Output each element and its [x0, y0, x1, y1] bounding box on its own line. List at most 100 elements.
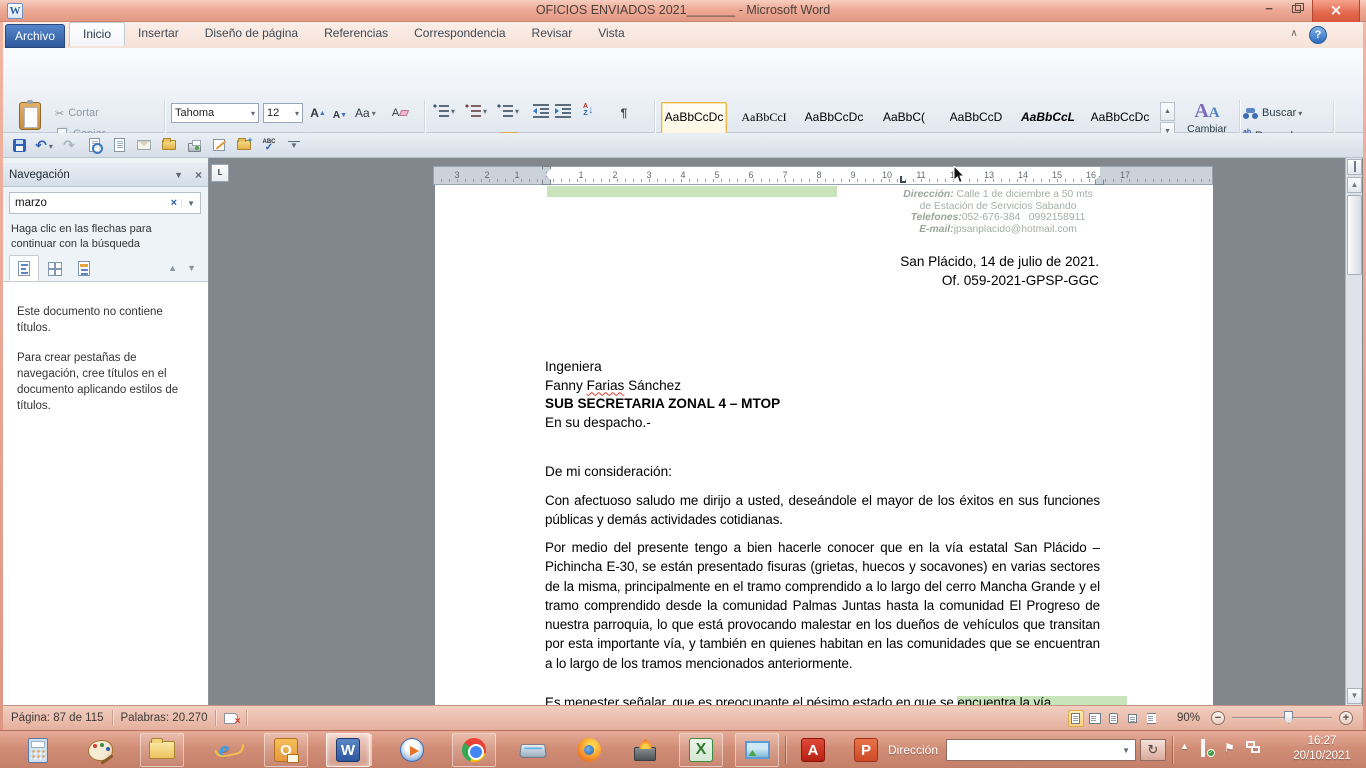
qat-overflow-icon[interactable]: ▼ [286, 137, 302, 153]
minimize-button[interactable] [1256, 0, 1282, 20]
zoom-slider-thumb[interactable] [1284, 711, 1293, 724]
numbering-button[interactable] [465, 104, 487, 118]
highlighted-text-region[interactable] [547, 186, 837, 197]
new-document-icon[interactable] [111, 137, 127, 153]
salutation[interactable]: De mi consideración: [545, 464, 672, 479]
search-options-icon[interactable]: ▼ [181, 199, 200, 208]
address-toolbar[interactable]: ▼ [946, 739, 1136, 761]
multilevel-list-button[interactable] [497, 104, 519, 118]
taskbar-firefox[interactable] [567, 733, 611, 767]
show-hidden-icons-button[interactable] [1180, 741, 1189, 751]
next-result-icon[interactable]: ▼ [187, 263, 196, 273]
taskbar-explorer[interactable] [140, 733, 184, 767]
change-case-button[interactable]: Aa [355, 103, 376, 123]
open-icon[interactable] [161, 137, 177, 153]
taskbar-internet-explorer[interactable]: e [202, 733, 246, 767]
taskbar-clock[interactable]: 16:27 20/10/2021 [1282, 734, 1362, 764]
taskbar-paint[interactable] [78, 733, 122, 767]
taskbar-excel[interactable]: X [679, 733, 723, 767]
ruler-toggle-button[interactable] [1347, 159, 1362, 175]
letterhead[interactable]: Dirección: Calle 1 de diciembre a 50 mts… [883, 189, 1113, 235]
scrollbar-thumb[interactable] [1347, 195, 1362, 275]
navigation-pane-header[interactable]: Navegación ▼ × [3, 163, 208, 187]
left-tab-stop-marker[interactable] [900, 176, 906, 183]
usb-tray-icon[interactable]: ✓ [1200, 741, 1212, 755]
cut-button[interactable]: ✂Cortar [55, 103, 99, 123]
taskbar-outlook[interactable]: O [264, 733, 308, 767]
document-page[interactable]: Dirección: Calle 1 de diciembre a 50 mts… [435, 185, 1213, 705]
zoom-out-button[interactable]: − [1211, 711, 1225, 725]
taskbar-autocad[interactable]: A [791, 733, 835, 767]
save-icon[interactable] [11, 137, 27, 153]
recipient-block[interactable]: Ingeniera Fanny Farias Sánchez SUB SECRE… [545, 358, 780, 432]
increase-indent-button[interactable] [555, 104, 571, 118]
taskbar-media-player[interactable] [390, 733, 434, 767]
find-button[interactable]: Buscar [1243, 103, 1302, 123]
action-center-flag-icon[interactable] [1224, 741, 1235, 755]
sort-button[interactable]: AZ↓ [583, 103, 594, 117]
taskbar-word[interactable]: W [326, 733, 370, 767]
tab-diseno[interactable]: Diseño de página [192, 22, 311, 46]
chevron-down-icon[interactable]: ▼ [1117, 746, 1135, 755]
undo-icon[interactable]: ↶ [36, 137, 52, 153]
paragraph[interactable]: Con afectuoso saludo me dirijo a usted, … [545, 491, 1100, 530]
close-button[interactable] [1312, 0, 1360, 24]
outline-view-button[interactable] [1125, 710, 1141, 727]
proofing-error-icon[interactable] [224, 713, 238, 724]
tab-revisar[interactable]: Revisar [519, 22, 586, 46]
search-input[interactable] [10, 197, 167, 209]
paragraph[interactable]: Por medio del presente tengo a bien hace… [545, 538, 1100, 673]
address-go-button[interactable] [1140, 739, 1166, 761]
word-count[interactable]: Palabras: 20.270 [121, 712, 208, 724]
font-size-select[interactable]: 12 [263, 103, 303, 123]
taskbar-chrome[interactable] [452, 733, 496, 767]
taskbar-calculator[interactable] [16, 733, 60, 767]
date-block[interactable]: San Plácido, 14 de julio de 2021. Of. 05… [900, 253, 1099, 290]
fullscreen-reading-view-button[interactable] [1087, 710, 1103, 727]
address-input[interactable] [947, 743, 1117, 757]
styles-scroll-up[interactable]: ▲ [1160, 102, 1175, 121]
chevron-down-icon[interactable]: ▼ [174, 170, 183, 180]
zoom-in-button[interactable]: + [1339, 711, 1353, 725]
scroll-down-icon[interactable]: ▼ [1347, 688, 1362, 704]
zoom-slider[interactable] [1232, 717, 1332, 719]
zoom-level[interactable]: 90% [1177, 712, 1200, 724]
bullets-button[interactable] [433, 104, 455, 118]
network-tray-icon[interactable] [1246, 741, 1260, 753]
font-family-select[interactable]: Tahoma [171, 103, 259, 123]
print-layout-view-button[interactable] [1068, 710, 1084, 727]
spelling-icon[interactable]: ABC✓ [261, 137, 277, 153]
taskbar-nero[interactable] [623, 733, 667, 767]
tab-browse-pages[interactable] [39, 255, 69, 281]
show-marks-button[interactable]: ¶ [615, 103, 633, 123]
help-icon[interactable] [1309, 26, 1327, 44]
tab-insertar[interactable]: Insertar [125, 22, 192, 46]
paragraph[interactable]: Es menester señalar, que es preocupante … [545, 693, 1100, 705]
decrease-indent-button[interactable] [533, 104, 549, 118]
page-indicator[interactable]: Página: 87 de 115 [11, 712, 104, 724]
clear-search-icon[interactable]: × [167, 197, 181, 209]
email-icon[interactable] [136, 137, 152, 153]
tab-inicio[interactable]: Inicio [69, 22, 125, 46]
close-icon[interactable]: × [195, 168, 202, 182]
shrink-font-button[interactable]: A▼ [331, 105, 349, 125]
grow-font-button[interactable]: A▲ [309, 103, 327, 123]
draft-view-button[interactable] [1144, 710, 1160, 727]
horizontal-ruler[interactable]: 3 2 1 1 2 3 4 5 6 7 8 9 10 11 12 13 14 1… [433, 166, 1213, 185]
collapse-ribbon-icon[interactable] [1286, 28, 1302, 44]
tab-browse-results[interactable] [69, 255, 99, 281]
tab-correspondencia[interactable]: Correspondencia [401, 22, 518, 46]
quick-print-icon[interactable] [186, 137, 202, 153]
edit-icon[interactable] [211, 137, 227, 153]
favorites-folder-icon[interactable] [236, 137, 252, 153]
web-layout-view-button[interactable] [1106, 710, 1122, 727]
restore-button[interactable] [1284, 0, 1310, 20]
tab-vista[interactable]: Vista [585, 22, 637, 46]
taskbar-powerpoint[interactable]: P [844, 733, 888, 767]
clear-formatting-button[interactable]: A [391, 103, 409, 123]
search-box[interactable]: × ▼ [9, 192, 201, 214]
taskbar-scanner[interactable] [511, 733, 555, 767]
scroll-up-icon[interactable]: ▲ [1347, 177, 1362, 193]
print-preview-icon[interactable] [86, 137, 102, 153]
previous-result-icon[interactable]: ▲ [168, 263, 177, 273]
